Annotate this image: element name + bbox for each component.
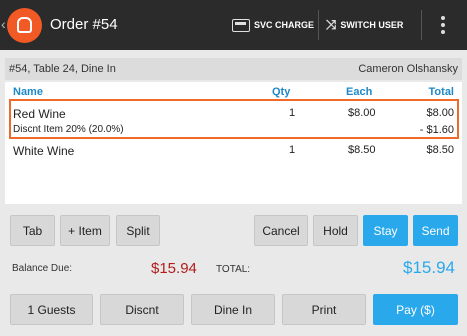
order-info-bar: #54, Table 24, Dine In Cameron Olshansky (5, 58, 462, 80)
top-app-bar: ‹ Order #54 SVC CHARGE ⤨ SWITCH USER (0, 0, 467, 50)
more-options-icon[interactable] (438, 14, 448, 36)
split-button[interactable]: Split (116, 215, 160, 246)
balance-due-label: Balance Due: (12, 263, 73, 274)
divider (421, 10, 422, 40)
item-qty: 1 (289, 144, 296, 156)
svc-charge-button[interactable]: SVC CHARGE (232, 13, 314, 37)
item-name: Red Wine (13, 107, 66, 121)
order-items-table: Name Qty Each Total Red Wine 1 $8.00 $8.… (5, 82, 462, 204)
dine-in-button[interactable]: Dine In (191, 294, 275, 325)
server-name: Cameron Olshansky (358, 63, 458, 75)
shuffle-icon: ⤨ (326, 17, 337, 32)
app-logo-icon[interactable] (7, 8, 42, 43)
column-header-name: Name (13, 86, 43, 98)
item-each: $8.50 (348, 144, 376, 156)
column-header-total: Total (428, 86, 454, 98)
add-item-button[interactable]: + Item (60, 215, 110, 246)
send-button[interactable]: Send (413, 215, 458, 246)
svc-charge-label: SVC CHARGE (254, 20, 315, 30)
item-discount-label: Discnt Item 20% (20.0%) (13, 124, 124, 135)
guests-button[interactable]: 1 Guests (10, 294, 93, 325)
cancel-button[interactable]: Cancel (254, 215, 308, 246)
divider (318, 10, 319, 40)
stay-button[interactable]: Stay (363, 215, 408, 246)
balance-due-value: $15.94 (151, 260, 197, 277)
column-header-qty: Qty (272, 86, 291, 98)
total-value: $15.94 (403, 258, 455, 277)
pay-button[interactable]: Pay ($) (373, 294, 458, 325)
back-chevron-icon[interactable]: ‹ (1, 16, 6, 32)
print-button[interactable]: Print (282, 294, 366, 325)
switch-user-button[interactable]: ⤨ SWITCH USER (326, 13, 403, 37)
hold-button[interactable]: Hold (313, 215, 358, 246)
column-header-each: Each (346, 86, 373, 98)
tab-button[interactable]: Tab (10, 215, 55, 246)
order-info: #54, Table 24, Dine In (9, 63, 116, 75)
item-total: $8.00 (426, 107, 454, 119)
item-name: White Wine (13, 144, 75, 158)
item-discount-amount: - $1.60 (419, 124, 454, 136)
item-total: $8.50 (426, 144, 454, 156)
total-label: TOTAL: (216, 264, 251, 275)
page-title: Order #54 (50, 16, 118, 33)
credit-card-icon (232, 18, 250, 32)
item-qty: 1 (289, 107, 296, 119)
item-each: $8.00 (348, 107, 376, 119)
switch-user-label: SWITCH USER (340, 20, 404, 30)
discount-button[interactable]: Discnt (100, 294, 184, 325)
table-row[interactable] (9, 141, 459, 159)
